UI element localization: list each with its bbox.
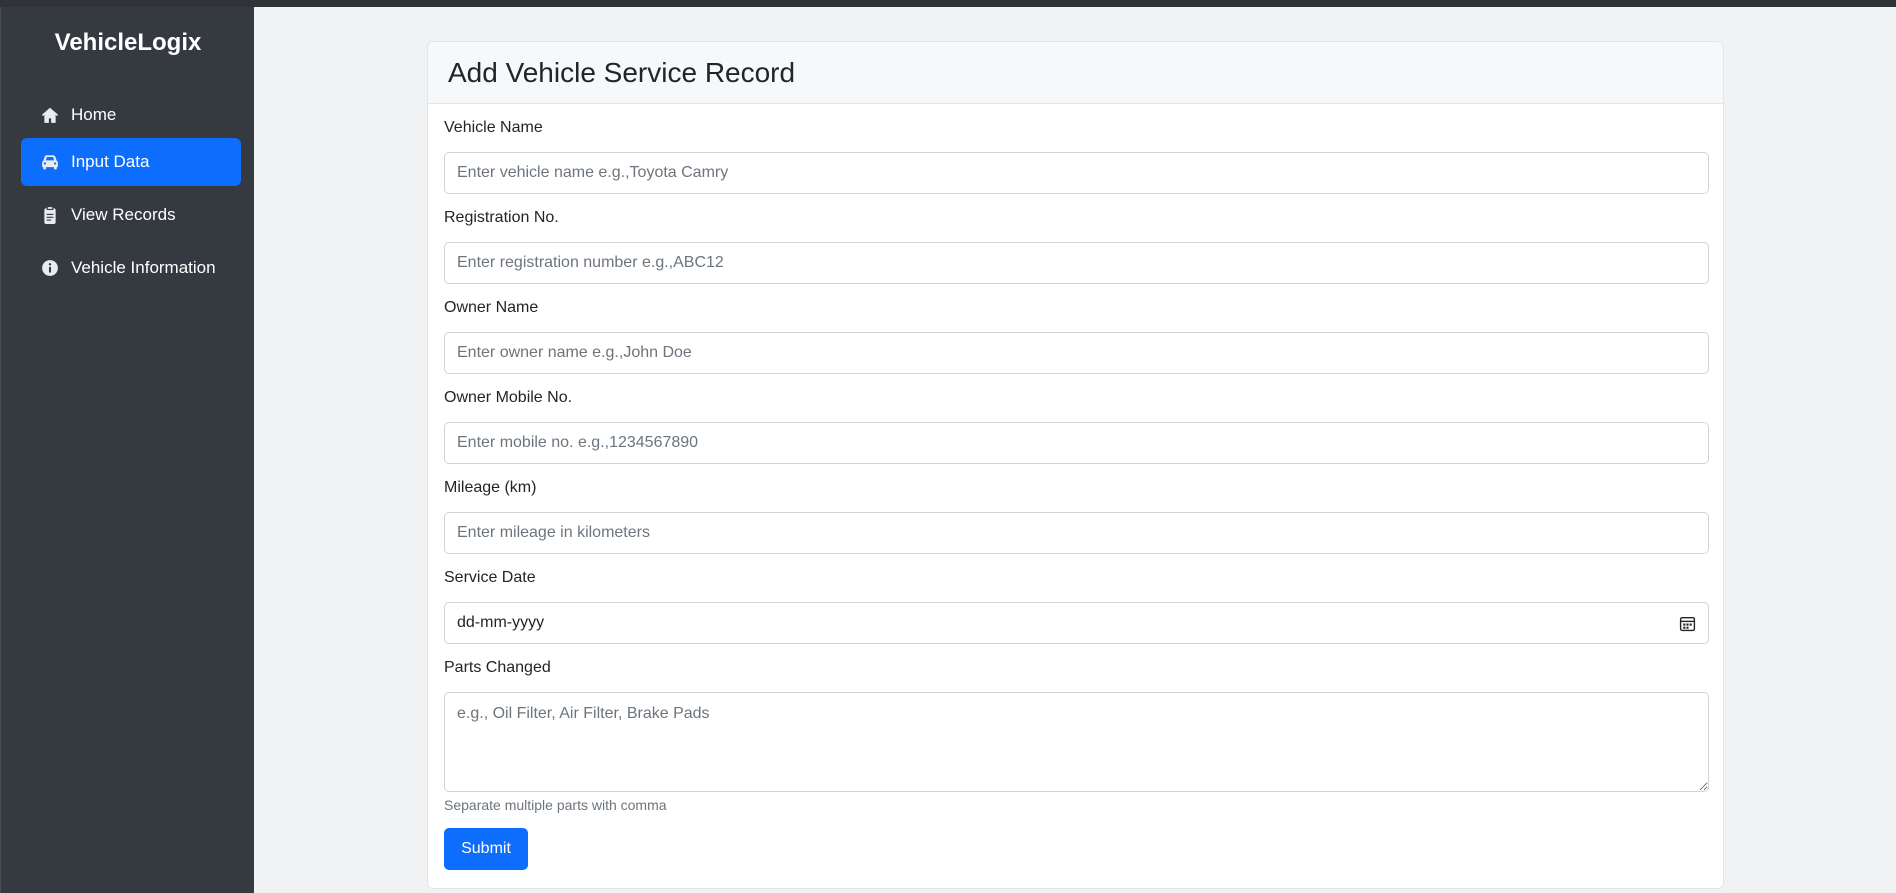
calendar-icon[interactable]	[1679, 615, 1696, 632]
sidebar: VehicleLogix Home Input Data View Record…	[0, 7, 254, 893]
window-top-bar	[0, 0, 1896, 7]
service-date-label: Service Date	[444, 569, 536, 586]
owner-mobile-input[interactable]	[444, 422, 1709, 464]
sidebar-item-home[interactable]: Home	[21, 91, 241, 139]
parts-changed-textarea[interactable]	[444, 692, 1709, 792]
vehicle-name-input[interactable]	[444, 152, 1709, 194]
owner-name-input[interactable]	[444, 332, 1709, 374]
page-title: Add Vehicle Service Record	[448, 56, 796, 88]
car-icon	[41, 153, 59, 171]
service-date-input[interactable]: dd-mm-yyyy	[444, 602, 1709, 644]
main-content: Add Vehicle Service Record Vehicle Name …	[254, 7, 1896, 893]
info-icon	[41, 259, 59, 277]
parts-help-text: Separate multiple parts with comma	[444, 797, 667, 813]
sidebar-item-label: Vehicle Information	[71, 258, 216, 277]
parts-changed-label: Parts Changed	[444, 659, 551, 676]
sidebar-item-label: Home	[71, 105, 117, 124]
mileage-input[interactable]	[444, 512, 1709, 554]
home-icon	[41, 106, 59, 124]
clipboard-icon	[41, 206, 59, 224]
submit-button[interactable]: Submit	[444, 828, 528, 870]
sidebar-item-label: View Records	[71, 205, 176, 224]
card-header: Add Vehicle Service Record	[428, 42, 1723, 104]
service-record-form-card: Add Vehicle Service Record Vehicle Name …	[427, 41, 1724, 889]
owner-name-label: Owner Name	[444, 299, 539, 316]
sidebar-item-input-data[interactable]: Input Data	[21, 138, 241, 186]
vehicle-name-label: Vehicle Name	[444, 119, 543, 136]
sidebar-item-label: Input Data	[71, 152, 150, 171]
mileage-label: Mileage (km)	[444, 479, 537, 496]
service-date-value: dd-mm-yyyy	[457, 614, 545, 631]
registration-label: Registration No.	[444, 209, 559, 226]
registration-input[interactable]	[444, 242, 1709, 284]
sidebar-item-view-records[interactable]: View Records	[21, 191, 241, 239]
brand-logo: VehicleLogix	[54, 29, 202, 56]
owner-mobile-label: Owner Mobile No.	[444, 389, 573, 406]
sidebar-item-vehicle-information[interactable]: Vehicle Information	[21, 244, 241, 292]
